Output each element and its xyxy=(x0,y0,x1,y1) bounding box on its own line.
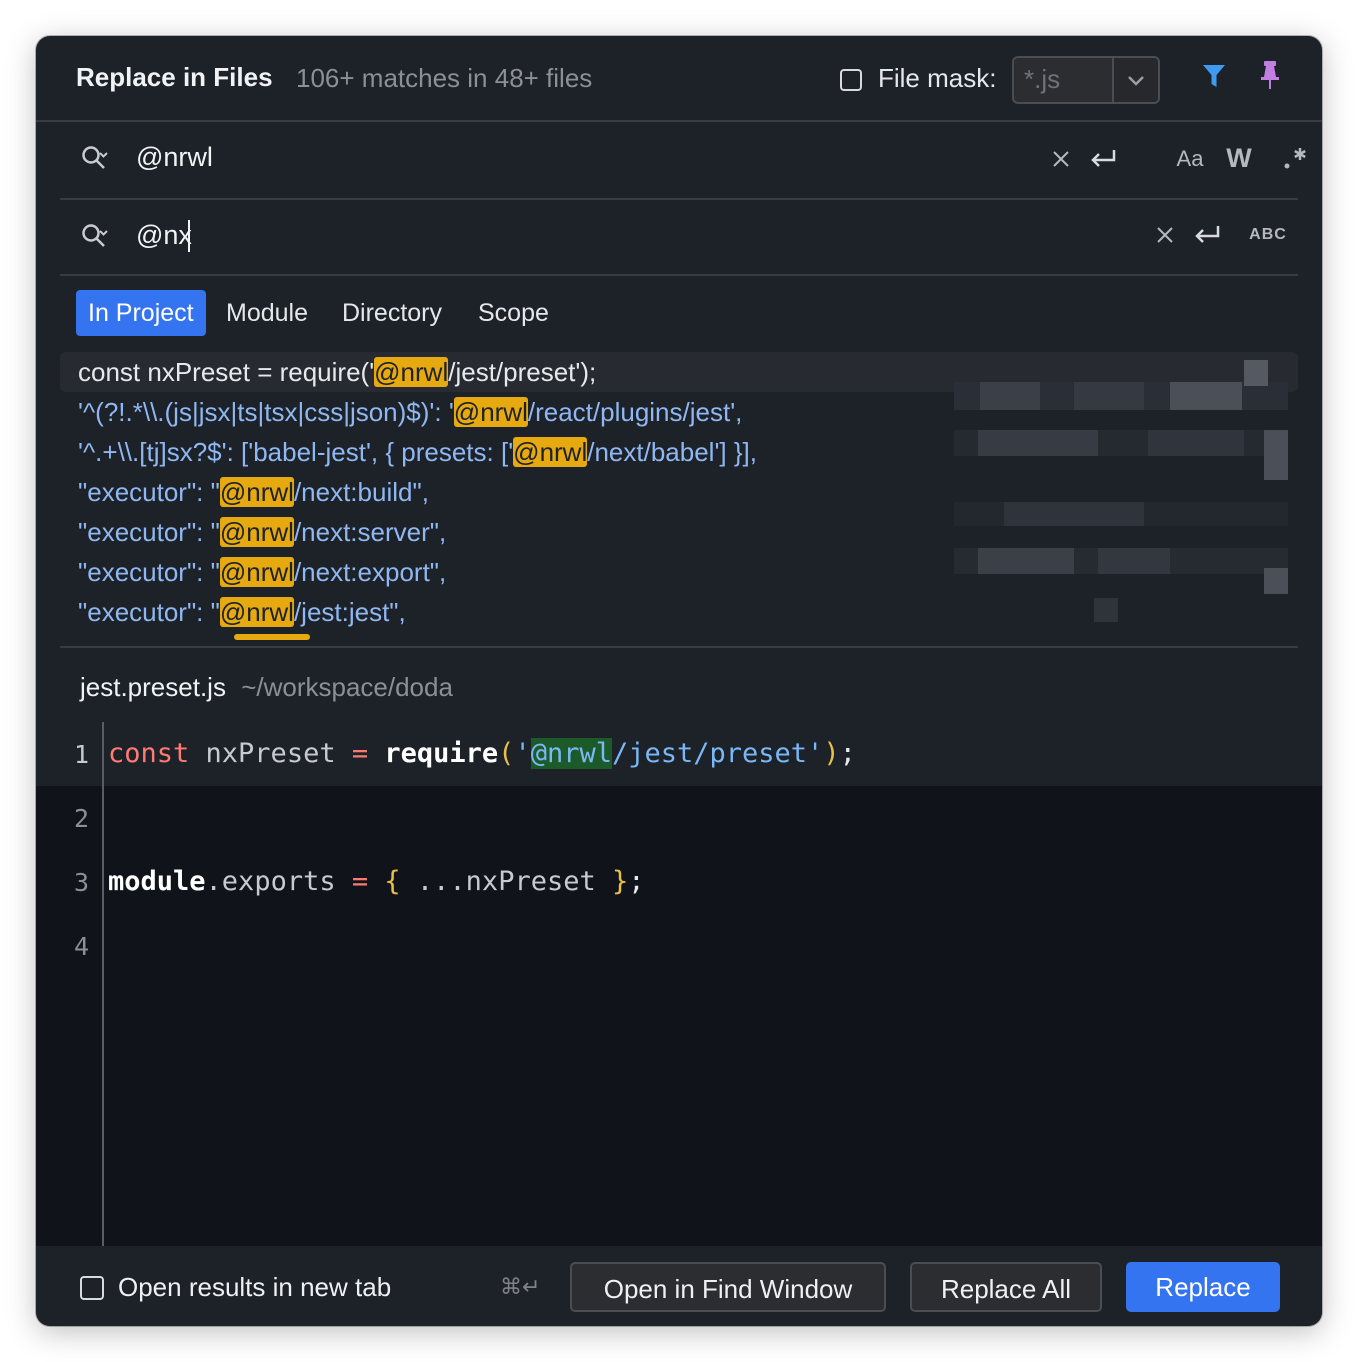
search-icon[interactable] xyxy=(78,220,112,254)
preview-file-name: jest.preset.js xyxy=(80,672,226,702)
file-mask-checkbox[interactable] xyxy=(840,69,862,91)
replace-input[interactable]: @nx xyxy=(136,220,192,251)
line-number: 4 xyxy=(74,932,90,961)
preserve-case-icon[interactable]: ABC xyxy=(1246,218,1290,252)
result-before: "executor": " xyxy=(78,517,220,547)
result-before: "executor": " xyxy=(78,477,220,507)
code-semicolon: ; xyxy=(628,866,645,897)
code-semicolon: ; xyxy=(839,738,856,769)
dialog-footer: Open results in new tab ⌘↵ Open in Find … xyxy=(36,1246,1322,1326)
code-paren: ( xyxy=(498,738,515,769)
replace-row: @nx ABC xyxy=(60,198,1298,276)
code-brace: } xyxy=(611,866,629,897)
file-mask-dropdown[interactable]: *.js xyxy=(1012,56,1160,104)
code-match-highlight: @nrwl xyxy=(530,738,612,769)
chevron-down-icon[interactable] xyxy=(1112,58,1158,102)
code-function: require xyxy=(384,738,499,769)
result-before: "executor": " xyxy=(78,597,220,627)
newline-icon[interactable] xyxy=(1190,218,1224,252)
clear-search-icon[interactable] xyxy=(1046,144,1076,174)
open-in-find-window-button[interactable]: Open in Find Window xyxy=(570,1262,886,1312)
dialog-header: Replace in Files 106+ matches in 48+ fil… xyxy=(36,36,1322,122)
code-identifier: module xyxy=(108,866,206,897)
code-preview[interactable]: 1 2 3 4 const nxPreset = require('@nrwl/… xyxy=(36,722,1322,1246)
result-before: '^(?!.*\\.(js|jsx|ts|tsx|css|json)$)': ' xyxy=(78,397,454,427)
text-cursor xyxy=(188,220,190,252)
search-row: @nrwl Aa W xyxy=(60,120,1306,200)
tab-in-project[interactable]: In Project xyxy=(76,290,206,336)
file-mask-label: File mask: xyxy=(878,63,997,93)
code-operator: = xyxy=(351,738,369,769)
result-after: /next:server", xyxy=(293,517,447,547)
open-new-tab-checkbox[interactable] xyxy=(80,1276,104,1300)
blurred-file-paths xyxy=(954,352,1288,626)
result-match: @nrwl xyxy=(513,437,588,467)
tab-scope[interactable]: Scope xyxy=(478,290,549,336)
result-match: @nrwl xyxy=(219,477,294,507)
gutter-divider xyxy=(102,722,104,1246)
result-before: "executor": " xyxy=(78,557,220,587)
result-match: @nrwl xyxy=(219,517,294,547)
tab-directory[interactable]: Directory xyxy=(342,290,442,336)
whole-words-icon[interactable]: W xyxy=(1222,140,1256,176)
code-line-1: const nxPreset = require('@nrwl/jest/pre… xyxy=(108,738,856,769)
result-before: '^.+\\.[tj]sx?$': ['babel-jest', { prese… xyxy=(78,437,514,467)
result-after: /next:build", xyxy=(293,477,429,507)
code-keyword: const xyxy=(108,738,190,769)
partial-match-highlight xyxy=(234,634,310,640)
code-identifier: nxPreset xyxy=(189,738,352,769)
code-string-quote: ' xyxy=(514,738,531,769)
code-paren: ) xyxy=(823,738,840,769)
result-after: /next/babel'] }], xyxy=(587,437,757,467)
line-number: 1 xyxy=(74,740,90,769)
code-string: /jest/preset' xyxy=(611,738,824,769)
search-icon[interactable] xyxy=(78,142,112,176)
match-count: 106+ matches in 48+ files xyxy=(296,63,593,93)
match-case-icon[interactable]: Aa xyxy=(1170,142,1210,176)
open-new-tab-label[interactable]: Open results in new tab xyxy=(118,1272,391,1303)
preview-file-header: jest.preset.js ~/workspace/doda xyxy=(80,672,453,703)
regex-icon[interactable] xyxy=(1278,140,1312,176)
code-line-3: module.exports = { ...nxPreset }; xyxy=(108,866,645,897)
preview-file-path: ~/workspace/doda xyxy=(241,672,453,702)
file-mask-value: *.js xyxy=(1024,64,1061,94)
result-after: /jest:jest", xyxy=(293,597,406,627)
result-match: @nrwl xyxy=(453,397,528,427)
code-operator: = xyxy=(351,866,369,897)
replace-in-files-dialog: Replace in Files 106+ matches in 48+ fil… xyxy=(36,36,1322,1326)
funnel-icon[interactable] xyxy=(1198,60,1230,92)
code-brace: { xyxy=(384,866,401,897)
clear-replace-icon[interactable] xyxy=(1150,220,1180,250)
result-after: /next:export", xyxy=(293,557,447,587)
result-match: @nrwl xyxy=(219,557,294,587)
result-after: /react/plugins/jest', xyxy=(527,397,743,427)
pin-icon[interactable] xyxy=(1254,58,1286,92)
code-property: .exports xyxy=(205,866,352,897)
result-after: /jest/preset'); xyxy=(448,357,597,387)
result-match: @nrwl xyxy=(374,357,449,387)
result-match: @nrwl xyxy=(219,597,294,627)
newline-icon[interactable] xyxy=(1086,142,1120,176)
results-list: const nxPreset = require('@nrwl/jest/pre… xyxy=(60,352,1298,648)
result-before: const nxPreset = require(' xyxy=(78,357,375,387)
line-number: 2 xyxy=(74,804,90,833)
dialog-title: Replace in Files xyxy=(76,62,273,92)
replace-all-button[interactable]: Replace All xyxy=(910,1262,1102,1312)
tab-module[interactable]: Module xyxy=(226,290,308,336)
shortcut-hint: ⌘↵ xyxy=(500,1274,541,1299)
search-input[interactable]: @nrwl xyxy=(136,142,213,173)
code-spread: ...nxPreset xyxy=(400,866,612,897)
line-number: 3 xyxy=(74,868,90,897)
replace-button[interactable]: Replace xyxy=(1126,1262,1280,1312)
